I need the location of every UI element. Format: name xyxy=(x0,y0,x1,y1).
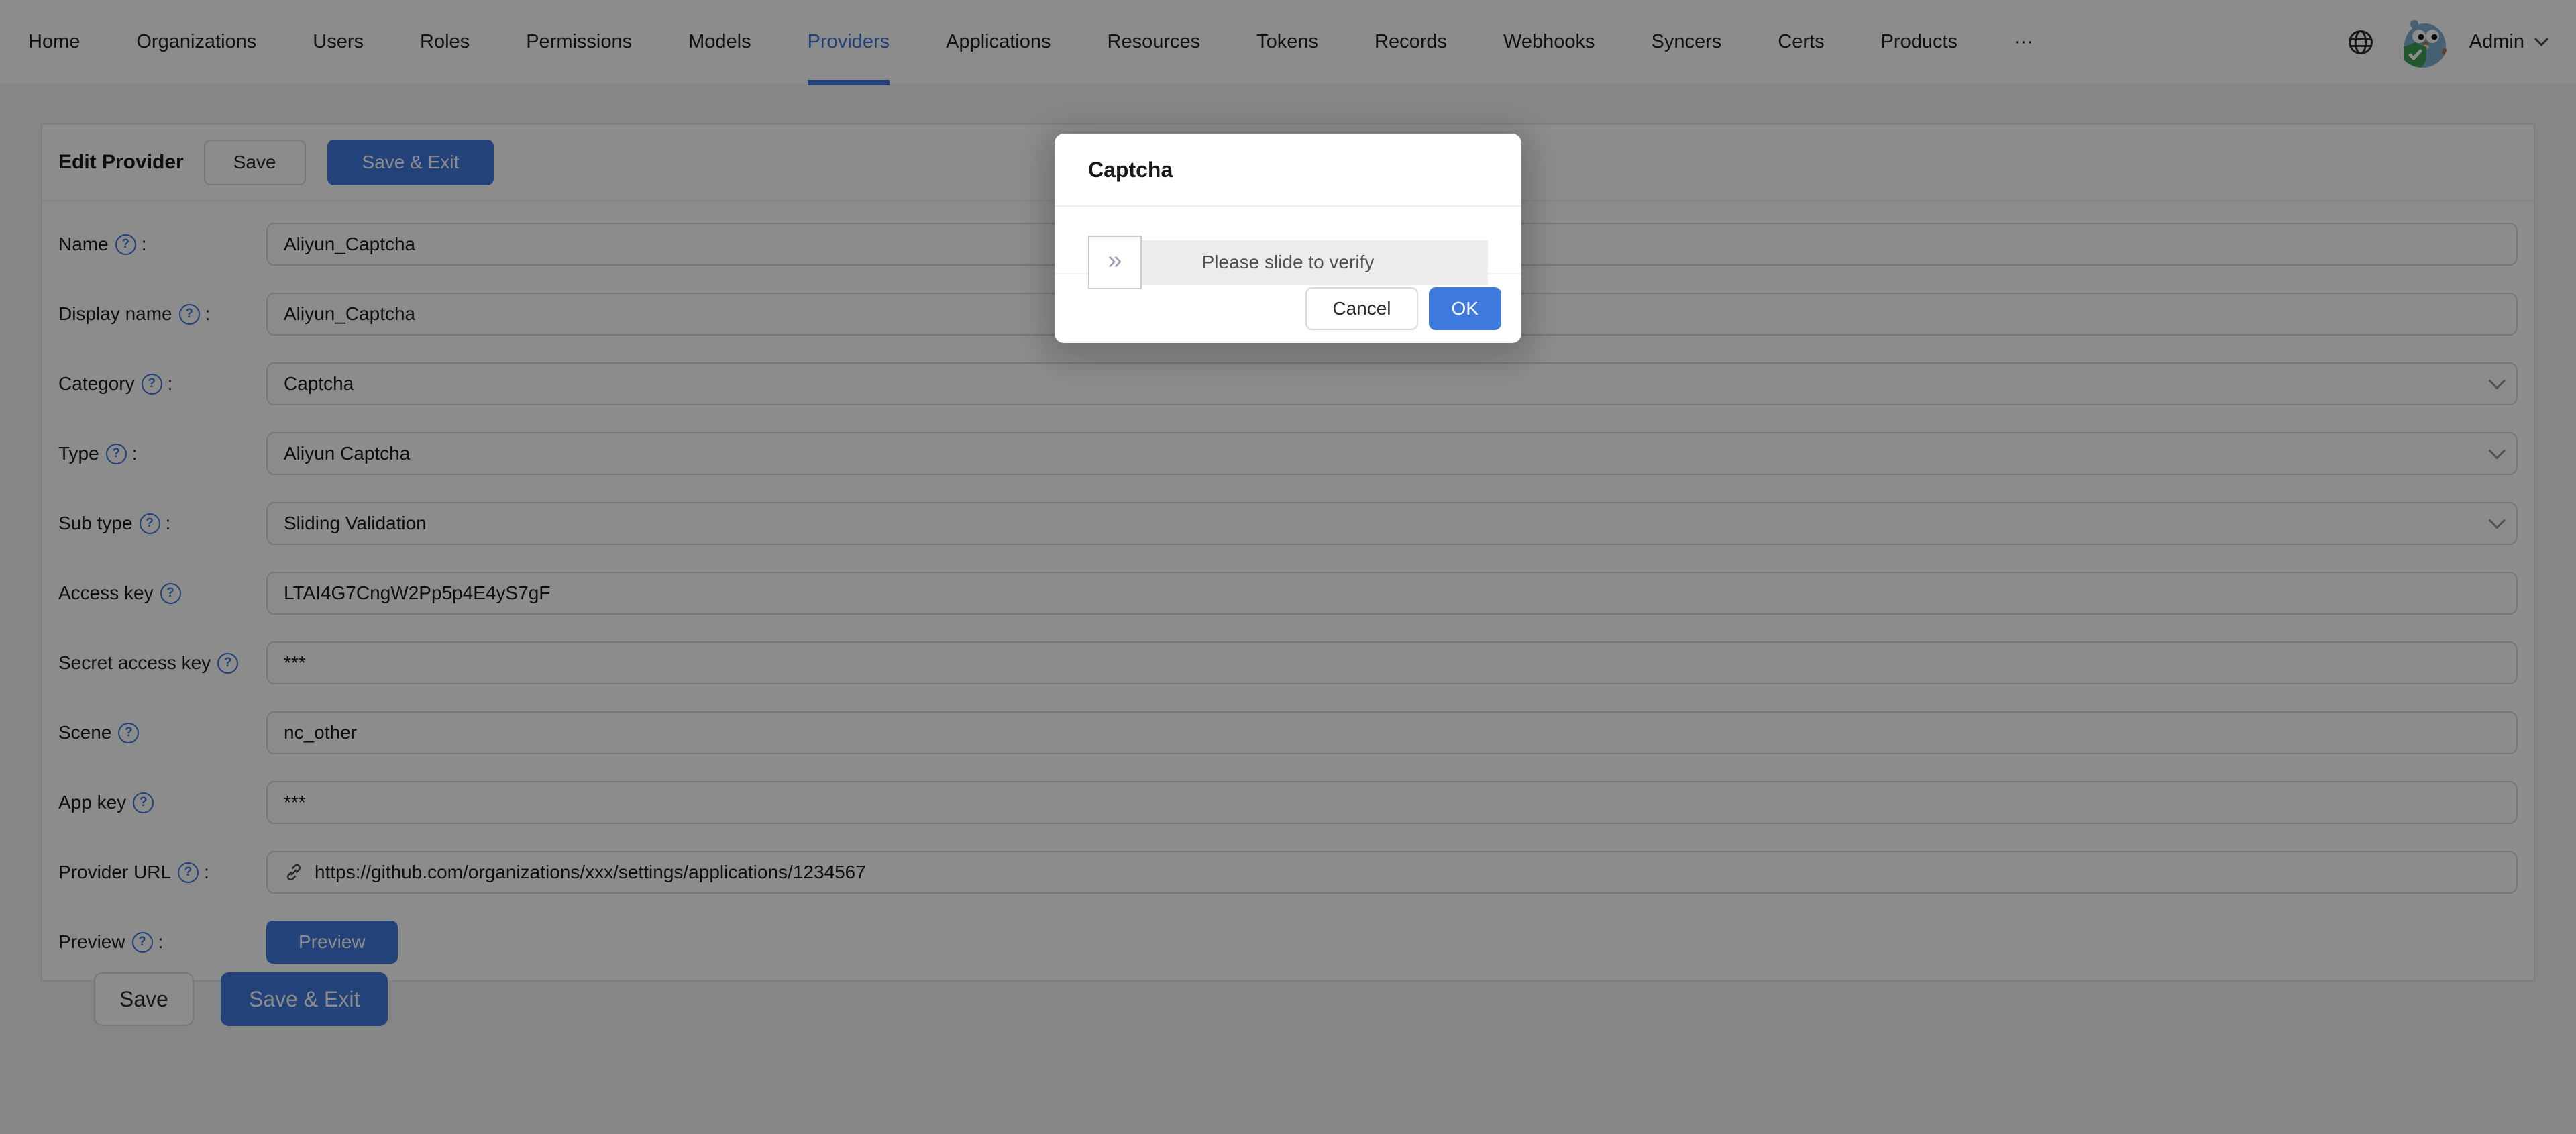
captcha-modal: Captcha Please slide to verify » Cancel … xyxy=(1055,134,1521,343)
double-right-icon: » xyxy=(1108,248,1122,273)
ok-button[interactable]: OK xyxy=(1429,287,1501,330)
modal-header-divider xyxy=(1055,205,1521,207)
cancel-button[interactable]: Cancel xyxy=(1305,287,1417,330)
modal-footer: Cancel OK xyxy=(1305,287,1501,330)
slider-hint-text: Please slide to verify xyxy=(1088,240,1488,285)
captcha-slider-handle[interactable]: » xyxy=(1088,236,1142,289)
captcha-slider-track: Please slide to verify xyxy=(1088,240,1488,285)
modal-title: Captcha xyxy=(1088,158,1173,183)
